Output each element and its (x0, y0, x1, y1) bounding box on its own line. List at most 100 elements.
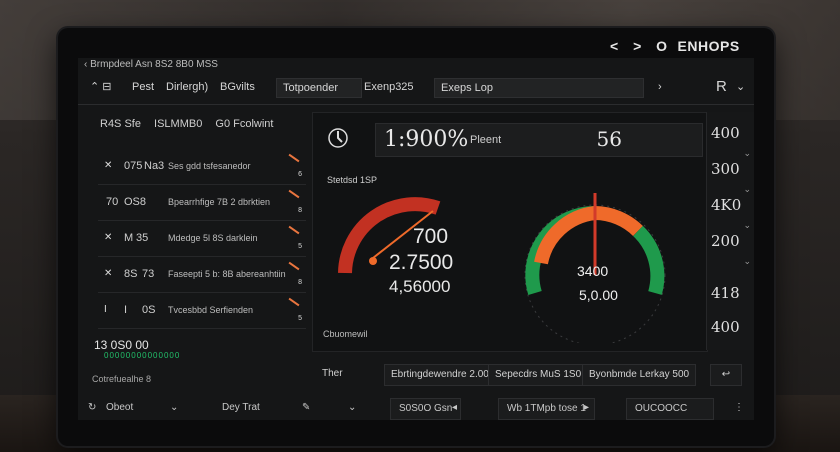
gauge-left-value-1: 700 (413, 225, 449, 248)
divider (78, 104, 754, 105)
row-id: I (124, 304, 128, 316)
field-3[interactable]: Byonbmde Lerkay 500 (582, 364, 697, 386)
row-name: 0S (142, 304, 156, 316)
left-header-col3: G0 Fcolwint (215, 118, 274, 130)
titlebar: ‹ Brmpdeel Asn 8S2 8B0 MSS (78, 58, 754, 72)
chevron-down-icon[interactable]: ⌄ (730, 78, 751, 96)
list-item[interactable]: ✕ M 35 Mdedge 5l 8S darklein 5 (98, 225, 306, 257)
chevron-down-icon[interactable]: ⌄ (743, 256, 751, 267)
row-desc: Tvcesbbd Serfienden (168, 305, 254, 315)
footer-item-1[interactable]: Obeot (106, 400, 133, 416)
chevron-down-icon[interactable]: ⌄ (743, 220, 751, 231)
row-desc: Mdedge 5l 8S darklein (168, 233, 258, 243)
summary-bar: 1:900% Pleent 56 (375, 123, 703, 157)
footer-bar: ↻ Obeot ⌄ Dey Trat ✎ ⌄ S0S0O Gsn ◂ Wb 1T… (78, 394, 754, 420)
edit-icon[interactable] (288, 189, 300, 199)
plant-label: Pleent (470, 134, 502, 146)
gauge-right (524, 193, 666, 343)
row-id: M (124, 232, 134, 244)
big-percent: 1:900% (384, 127, 469, 152)
footer-item-3[interactable]: S0S0O Gsn (390, 398, 462, 420)
chevron-down-icon[interactable]: ⌄ (743, 184, 751, 195)
play-right-icon[interactable]: ▸ (584, 400, 589, 416)
edit-icon[interactable] (288, 225, 300, 235)
row-marker: I (104, 304, 107, 315)
field-2[interactable]: Sepecdrs MuS 1S0 (488, 364, 589, 386)
gauge-icon (328, 128, 348, 148)
chevron-down-icon[interactable]: ⌄ (170, 400, 178, 416)
right-value: 400 (711, 124, 740, 142)
row-name: 73 (142, 268, 155, 280)
menu-item-dirlergh[interactable]: Dirlergh) (160, 78, 214, 96)
total-sub: 00000000000000 (104, 351, 181, 360)
menu-item-exeps-lop[interactable]: Exeps Lop (434, 78, 644, 98)
list-item[interactable]: 70 OS8 Bpearrhfige 7B 2 dbrktien 8 (98, 189, 306, 221)
menu-icon[interactable]: ⌃ ⊟ (84, 78, 118, 96)
footer-item-2[interactable]: Dey Trat (222, 400, 260, 416)
bottom-fields: Ther Ebrtingdewendre 2.00 Sepecdrs MuS 1… (312, 358, 754, 390)
top-value: 56 (596, 127, 622, 151)
right-value: 200 (711, 232, 740, 250)
gauge-right-value-2: 5,0.00 (579, 287, 618, 303)
edit-icon[interactable]: ✎ (302, 400, 310, 416)
chevron-down-icon[interactable]: ⌄ (743, 148, 751, 159)
dashboard-status: Cbuomewil (323, 329, 368, 339)
total-value: 13 0S0 00 (94, 338, 149, 352)
row-desc: Ses gdd tsfesanedor (168, 161, 251, 171)
app-title: ENHOPS (677, 38, 740, 54)
edit-icon[interactable] (288, 153, 300, 163)
chevron-down-icon[interactable]: ⌄ (348, 400, 356, 416)
menu-item-bgvilts[interactable]: BGvilts (214, 78, 261, 96)
chevron-left-icon[interactable]: ‹ (84, 59, 87, 70)
play-left-icon[interactable]: ◂ (452, 400, 457, 416)
dashboard-panel: 1:900% Pleent 56 Stetdsd 1SP 700 2.7500 … (312, 112, 708, 352)
left-header-col1: R4S Sfe (100, 118, 141, 130)
footer-item-5[interactable]: OUCOOCC (626, 398, 714, 420)
row-id: 70 (106, 196, 119, 208)
list-item[interactable]: ✕ 8S 73 Faseepti 5 b: 8B abereanhtiin 8 (98, 261, 306, 293)
menu-item-totpoender[interactable]: Totpoender (276, 78, 362, 98)
row-count: 8 (298, 279, 302, 286)
return-button[interactable]: ↩ (710, 364, 742, 386)
menu-bar: ⌃ ⊟ Pest Dirlergh) BGvilts Totpoender Ex… (78, 72, 754, 102)
row-count: 5 (298, 315, 302, 322)
footer-icon[interactable]: ↻ (88, 400, 96, 416)
close-icon[interactable]: ✕ (104, 268, 112, 279)
row-id: 075 (124, 160, 143, 172)
gauge-left-hub (369, 257, 377, 265)
gauge-right-value-1: 3400 (577, 263, 609, 279)
edit-icon[interactable] (288, 261, 300, 271)
forward-icon[interactable]: > (633, 38, 642, 54)
list-item[interactable]: ✕ 075 Na3 Ses gdd tsfesanedor 6 (98, 153, 306, 185)
right-value-column: 400 ⌄ 300 ⌄ 4K0 ⌄ 200 ⌄ 418 400 (706, 112, 754, 350)
left-header-col2: ISLMMB0 (154, 118, 203, 130)
more-icon[interactable]: ⋮ (734, 400, 744, 416)
close-icon[interactable]: ✕ (104, 160, 112, 171)
app-screen: ‹ Brmpdeel Asn 8S2 8B0 MSS ⌃ ⊟ Pest Dirl… (78, 58, 754, 420)
gauge-right-arc-green-2 (632, 225, 665, 295)
footer-item-4[interactable]: Wb 1TMpb tose 1 (498, 398, 595, 420)
right-value: 418 (711, 284, 740, 302)
chevron-icon[interactable]: › (652, 78, 668, 96)
row-count: 8 (298, 207, 302, 214)
gauge-left-value-2: 2.7500 (389, 251, 454, 274)
right-value: 300 (711, 160, 740, 178)
window-nav: < > O ENHOPS (610, 38, 750, 54)
right-value: 400 (711, 318, 740, 336)
back-icon[interactable]: < (610, 38, 619, 54)
right-value: 4K0 (711, 196, 742, 214)
row-name: Na3 (144, 160, 165, 172)
row-id: 8S (124, 268, 138, 280)
row-name: 35 (136, 232, 149, 244)
menu-item-exenp[interactable]: Exenp325 (358, 78, 420, 96)
bottom-label: Ther (322, 368, 343, 379)
close-icon[interactable]: ✕ (104, 232, 112, 243)
row-count: 6 (298, 171, 302, 178)
logo-icon: O (656, 38, 668, 54)
menu-item-pest[interactable]: Pest (126, 78, 160, 96)
left-panel-header: R4S Sfe ISLMMB0 G0 Fcolwint (100, 118, 283, 130)
edit-icon[interactable] (288, 297, 300, 307)
field-1[interactable]: Ebrtingdewendre 2.00 (384, 364, 496, 386)
row-desc: Bpearrhfige 7B 2 dbrktien (168, 197, 271, 207)
list-item[interactable]: I I 0S Tvcesbbd Serfienden 5 (98, 297, 306, 329)
